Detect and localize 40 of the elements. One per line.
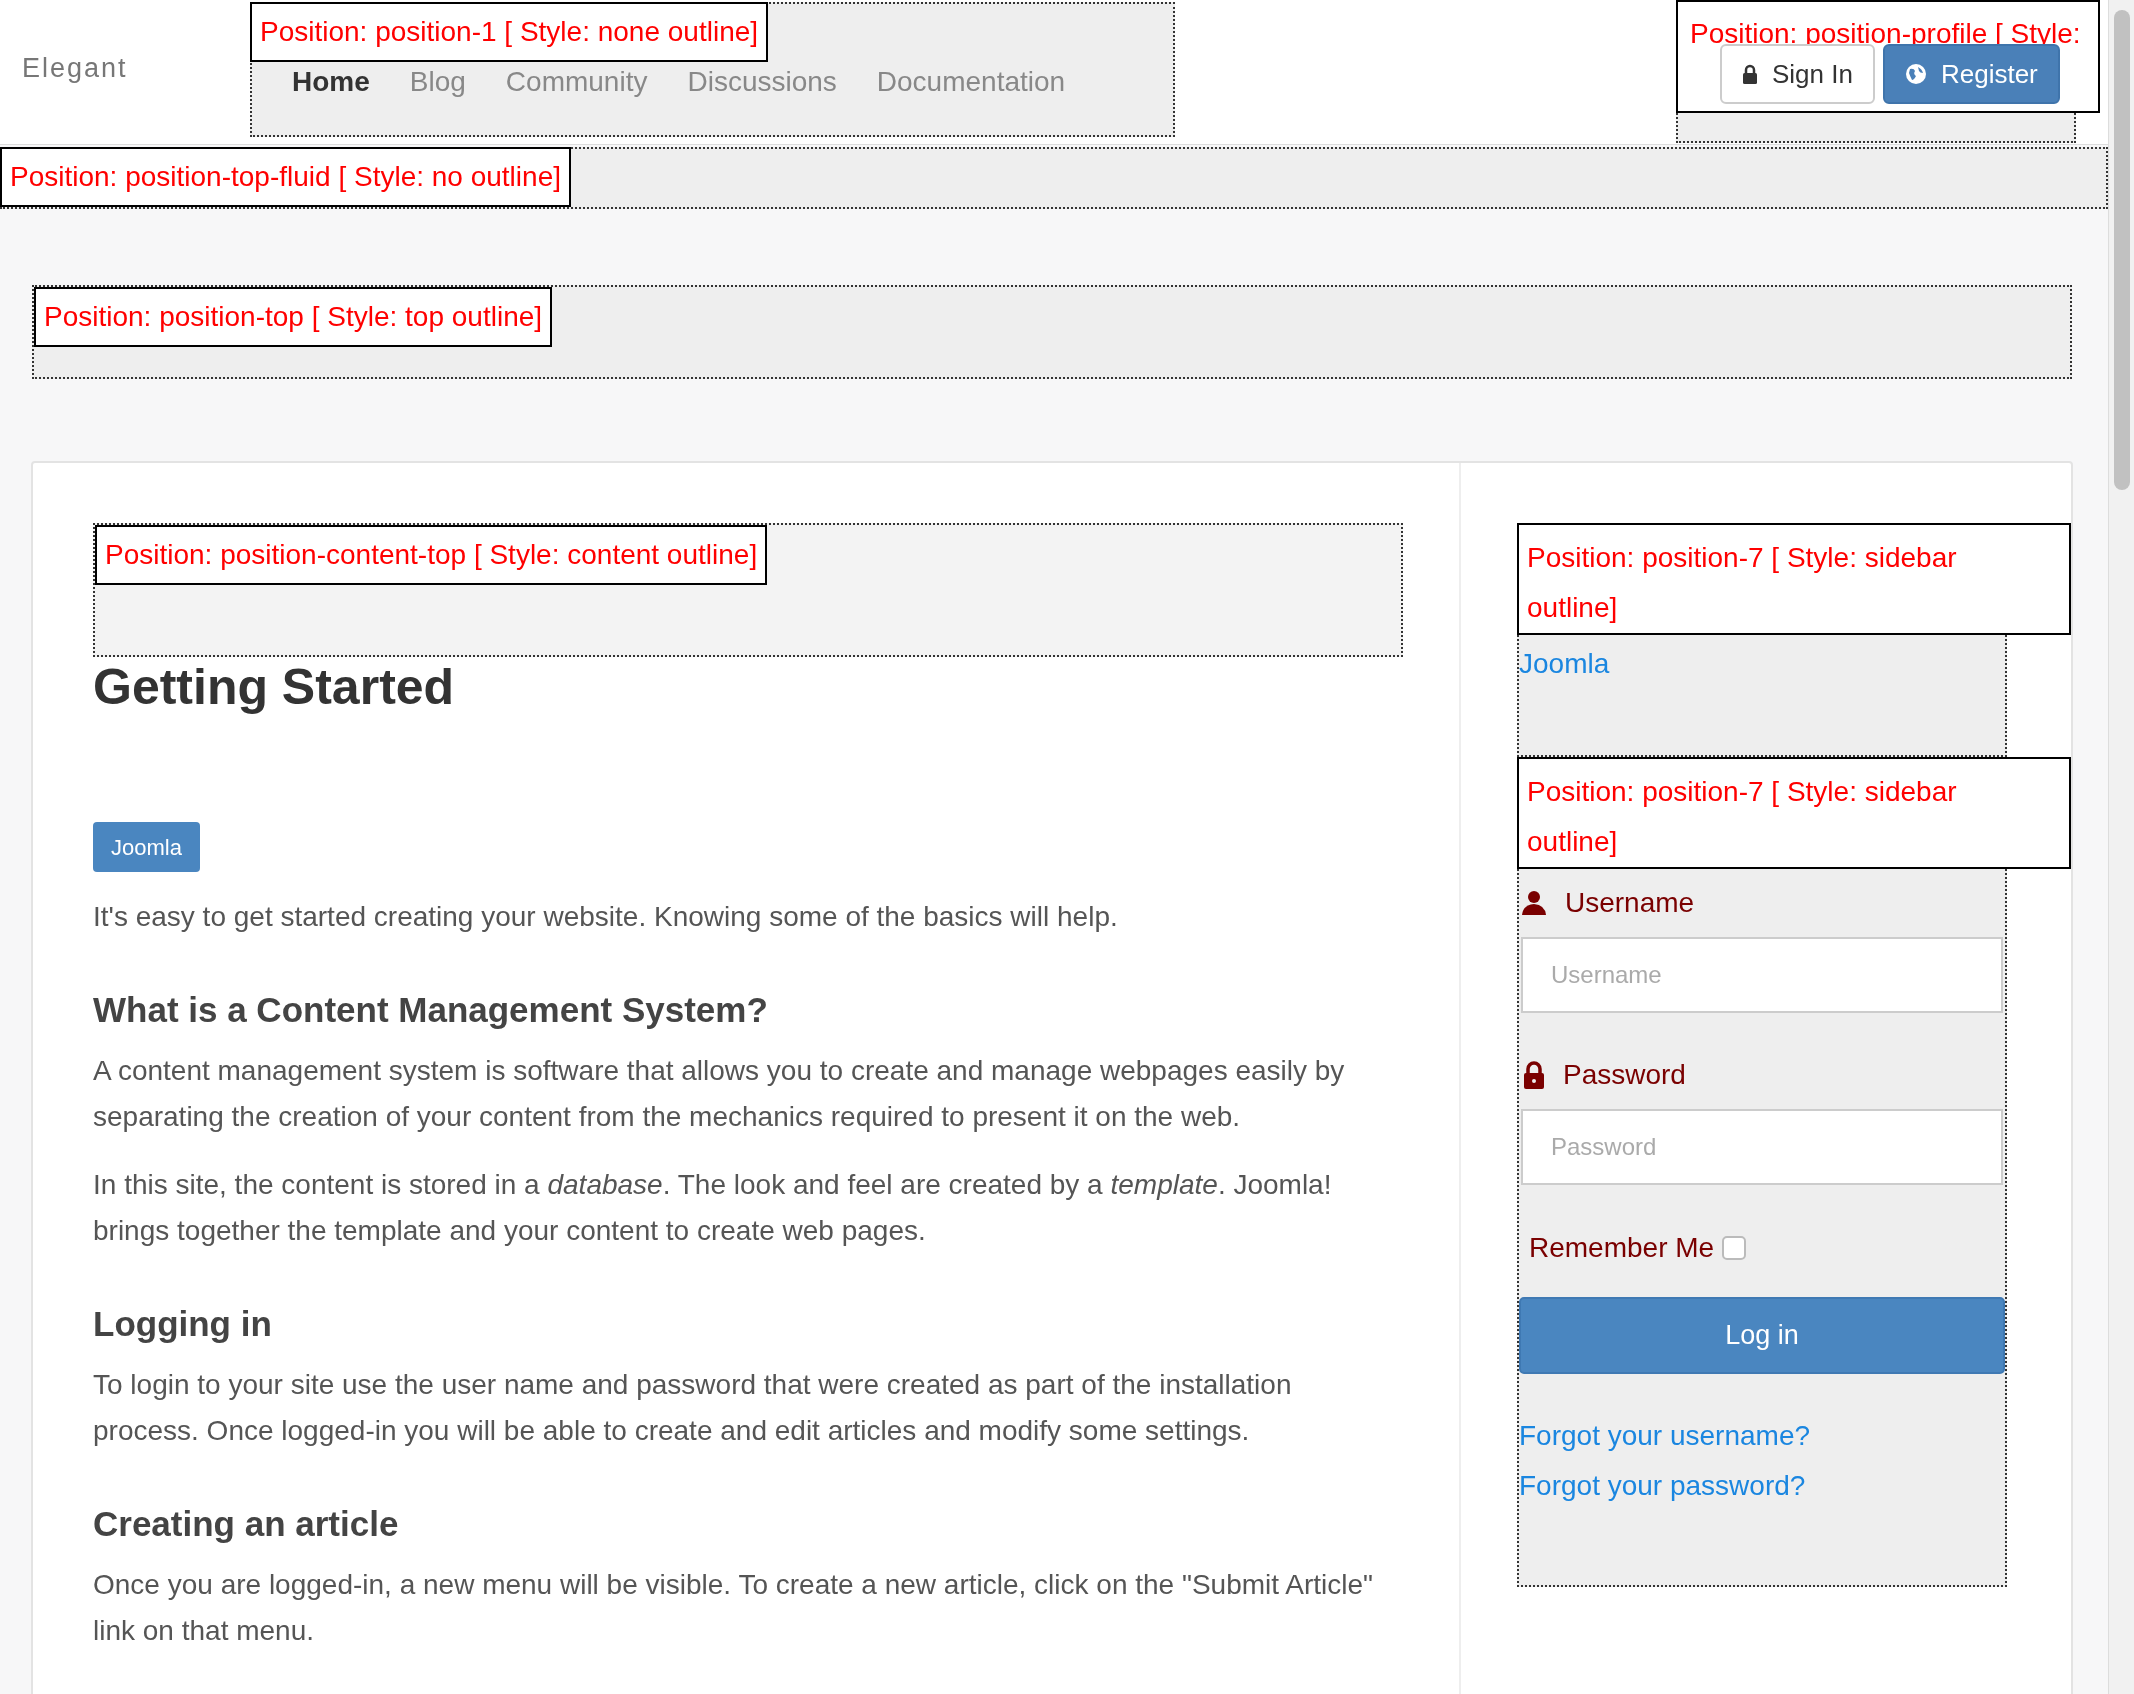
sign-in-button[interactable]: Sign In [1720, 44, 1875, 104]
paragraph: In this site, the content is stored in a database. The look and feel are created by a template. Joomla! brings together the template and your content to create web pages. [93, 1168, 1333, 1248]
nav-link[interactable]: Documentation [856, 66, 1086, 98]
nav-link[interactable]: Blog [389, 66, 486, 98]
position-label: Position: position-top-fluid [ Style: no outline] [0, 147, 571, 207]
section-heading: Creating an article [93, 1503, 400, 1545]
login-button[interactable]: Log in [1519, 1297, 2005, 1374]
field-label: Password [1563, 1058, 1686, 1092]
position-label: Position: position-1 [ Style: none outline] [250, 2, 769, 62]
password-field[interactable]: Password [1521, 1109, 2003, 1185]
remember-label: Remember Me [1529, 1231, 1715, 1265]
nav-link[interactable]: Discussions [667, 66, 857, 98]
username-field[interactable]: Username [1521, 937, 2003, 1013]
nav-link[interactable]: Community [485, 66, 668, 98]
paragraph: To login to your site use the user name and password that were created as part of the installation process. Once logged-in you will be able to create and edit articles and modify some settings. [93, 1368, 1293, 1448]
scrollbar[interactable] [2108, 0, 2134, 1694]
paragraph: A content management system is software that allows you to create and manage webpages easily by separating the creation of your content from the mechanics required to present it on the web. [93, 1054, 1346, 1134]
forgot-link[interactable]: Forgot your username? [1519, 1418, 1811, 1454]
lock-icon [1742, 64, 1758, 84]
field-label: Username [1565, 886, 1695, 920]
paragraph: Once you are logged-in, a new menu will be visible. To create a new article, click on the "Submit Article" link on that menu. [93, 1568, 1374, 1648]
remember-checkbox[interactable] [1722, 1236, 1747, 1260]
globe-icon [1904, 63, 1927, 85]
nav-link[interactable]: Home [272, 66, 390, 98]
article-title: Getting Started [93, 658, 456, 717]
position-label: Position: position-top [ Style: top outline] [34, 287, 553, 347]
site-brand[interactable]: Elegant [22, 53, 128, 83]
menu-link[interactable]: Joomla [1519, 648, 1610, 679]
user-icon [1521, 890, 1547, 916]
position-label: Position: position-content-top [ Style: content outline] [95, 525, 768, 585]
position-label: Position: position-7 [ Style: sidebar outline] [1517, 523, 2071, 635]
scrollbar-thumb[interactable] [2113, 10, 2130, 490]
article-intro: It's easy to get started creating your website. Knowing some of the basics will help. [93, 900, 1119, 934]
lock-icon [1523, 1061, 1545, 1089]
register-button[interactable]: Register [1882, 44, 2060, 104]
forgot-link[interactable]: Forgot your password? [1519, 1468, 1806, 1504]
position-label: Position: position-7 [ Style: sidebar outline] [1517, 757, 2071, 869]
category-tag[interactable]: Joomla [93, 822, 200, 872]
section-heading: Logging in [93, 1303, 273, 1345]
section-heading: What is a Content Management System? [93, 989, 769, 1031]
